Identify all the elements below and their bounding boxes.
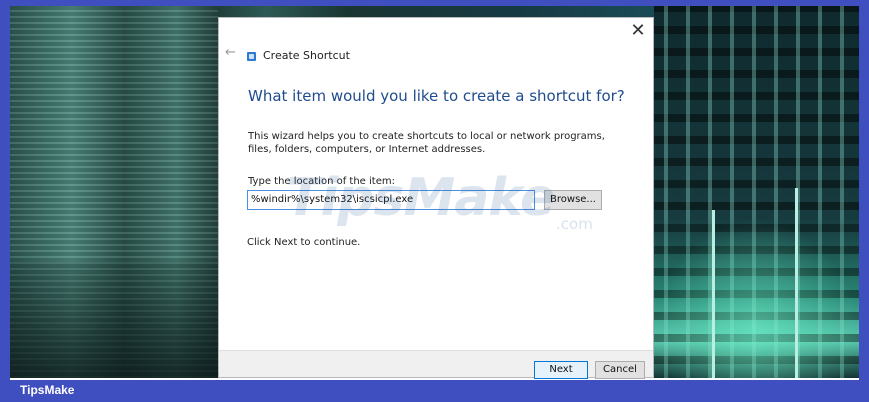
location-field-label: Type the location of the item: — [248, 176, 395, 187]
close-icon: ✕ — [630, 20, 646, 41]
wizard-heading: What item would you like to create a sho… — [248, 87, 625, 105]
next-button[interactable]: Next — [534, 361, 588, 379]
close-button[interactable]: ✕ — [627, 20, 649, 42]
back-button[interactable]: ← — [225, 45, 236, 60]
street-lamp — [712, 210, 715, 378]
wallpaper-shadow-left — [10, 262, 218, 378]
location-input[interactable]: %windir%\system32\iscsicpl.exe — [247, 190, 535, 210]
browse-button[interactable]: Browse... — [544, 190, 602, 210]
frame-left-border — [0, 0, 10, 380]
brand-footer-bar: TipsMake — [0, 380, 869, 402]
continue-hint: Click Next to continue. — [247, 237, 361, 248]
frame-right-border — [859, 0, 869, 380]
cancel-button[interactable]: Cancel — [595, 361, 645, 379]
shortcut-wizard-icon — [247, 52, 256, 61]
wallpaper-glow-right — [654, 220, 859, 378]
dialog-title: Create Shortcut — [263, 49, 350, 62]
wizard-description: This wizard helps you to create shortcut… — [248, 131, 605, 155]
street-lamp — [795, 188, 798, 378]
back-arrow-icon: ← — [225, 45, 236, 60]
brand-label: TipsMake — [20, 383, 75, 397]
